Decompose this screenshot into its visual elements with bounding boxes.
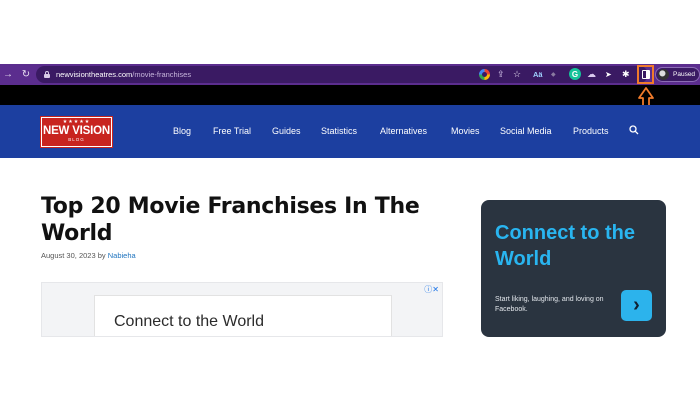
read-aloud-icon[interactable]: ☁ xyxy=(587,68,596,81)
logo-brand: NEW VISION xyxy=(42,125,110,137)
site-logo[interactable]: ★★★★★ NEW VISION BLOG xyxy=(40,116,113,148)
logo-sub: BLOG xyxy=(68,137,85,142)
nav-item-free-trial[interactable]: Free Trial xyxy=(213,126,251,136)
article-by: by xyxy=(97,251,106,260)
promo-next-button[interactable]: › xyxy=(621,290,652,321)
promo-title: Connect to the World xyxy=(495,222,635,270)
grammarly-icon[interactable]: G xyxy=(569,68,581,80)
url-host: newvisiontheatres.com xyxy=(56,70,133,79)
translate-icon[interactable]: Aä xyxy=(533,68,543,81)
browser-toolbar: → ↻ newvisiontheatres.com/movie-franchis… xyxy=(0,64,700,85)
side-panel-icon xyxy=(641,70,650,79)
search-icon[interactable] xyxy=(629,125,639,135)
ad-choices-icon[interactable]: ⓘ✕ xyxy=(424,284,439,295)
article-meta: August 30, 2023 by Nabieha xyxy=(41,251,136,260)
profile-status: Paused xyxy=(673,71,696,78)
nav-item-movies[interactable]: Movies xyxy=(451,126,480,136)
toolbar-divider xyxy=(0,85,700,105)
nav-item-statistics[interactable]: Statistics xyxy=(321,126,357,136)
url-text[interactable]: newvisiontheatres.com/movie-franchises xyxy=(56,70,191,79)
ad-card[interactable]: Connect to the World xyxy=(94,295,392,336)
extension-mark-icon[interactable]: ◆ xyxy=(551,68,556,81)
facebook-promo-card[interactable]: Connect to the World Start liking, laugh… xyxy=(481,200,666,337)
nav-item-blog[interactable]: Blog xyxy=(173,126,191,136)
site-header: ★★★★★ NEW VISION BLOG Blog Free Trial Gu… xyxy=(0,105,700,158)
profile-button[interactable]: Paused xyxy=(655,67,700,82)
back-icon[interactable]: → xyxy=(1,69,15,80)
nav-item-alternatives[interactable]: Alternatives xyxy=(380,126,427,136)
promo-text: Start liking, laughing, and loving on Fa… xyxy=(495,296,604,313)
article-date: August 30, 2023 xyxy=(41,251,96,260)
avatar xyxy=(658,69,669,80)
share-icon[interactable]: ⇪ xyxy=(497,68,505,81)
address-bar[interactable]: newvisiontheatres.com/movie-franchises xyxy=(36,66,648,83)
star-icon[interactable]: ☆ xyxy=(513,68,521,81)
article-author-link[interactable]: Nabieha xyxy=(108,251,136,260)
lock-icon[interactable] xyxy=(44,71,50,78)
ad-headline: Connect to the World xyxy=(114,313,265,330)
article-title: Top 20 Movie Franchises In The World xyxy=(41,194,420,246)
google-icon[interactable] xyxy=(479,69,490,80)
nav-item-products[interactable]: Products xyxy=(573,126,609,136)
url-path: /movie-franchises xyxy=(132,70,192,79)
nav-item-social-media[interactable]: Social Media xyxy=(500,126,552,136)
puzzle-icon[interactable]: ✱ xyxy=(622,68,630,81)
ad-banner[interactable]: ⓘ✕ Connect to the World xyxy=(41,282,443,337)
nav-item-guides[interactable]: Guides xyxy=(272,126,301,136)
reload-icon[interactable]: ↻ xyxy=(19,69,33,80)
cursor-icon[interactable]: ➤ xyxy=(605,68,612,81)
side-panel-button[interactable] xyxy=(637,65,654,84)
